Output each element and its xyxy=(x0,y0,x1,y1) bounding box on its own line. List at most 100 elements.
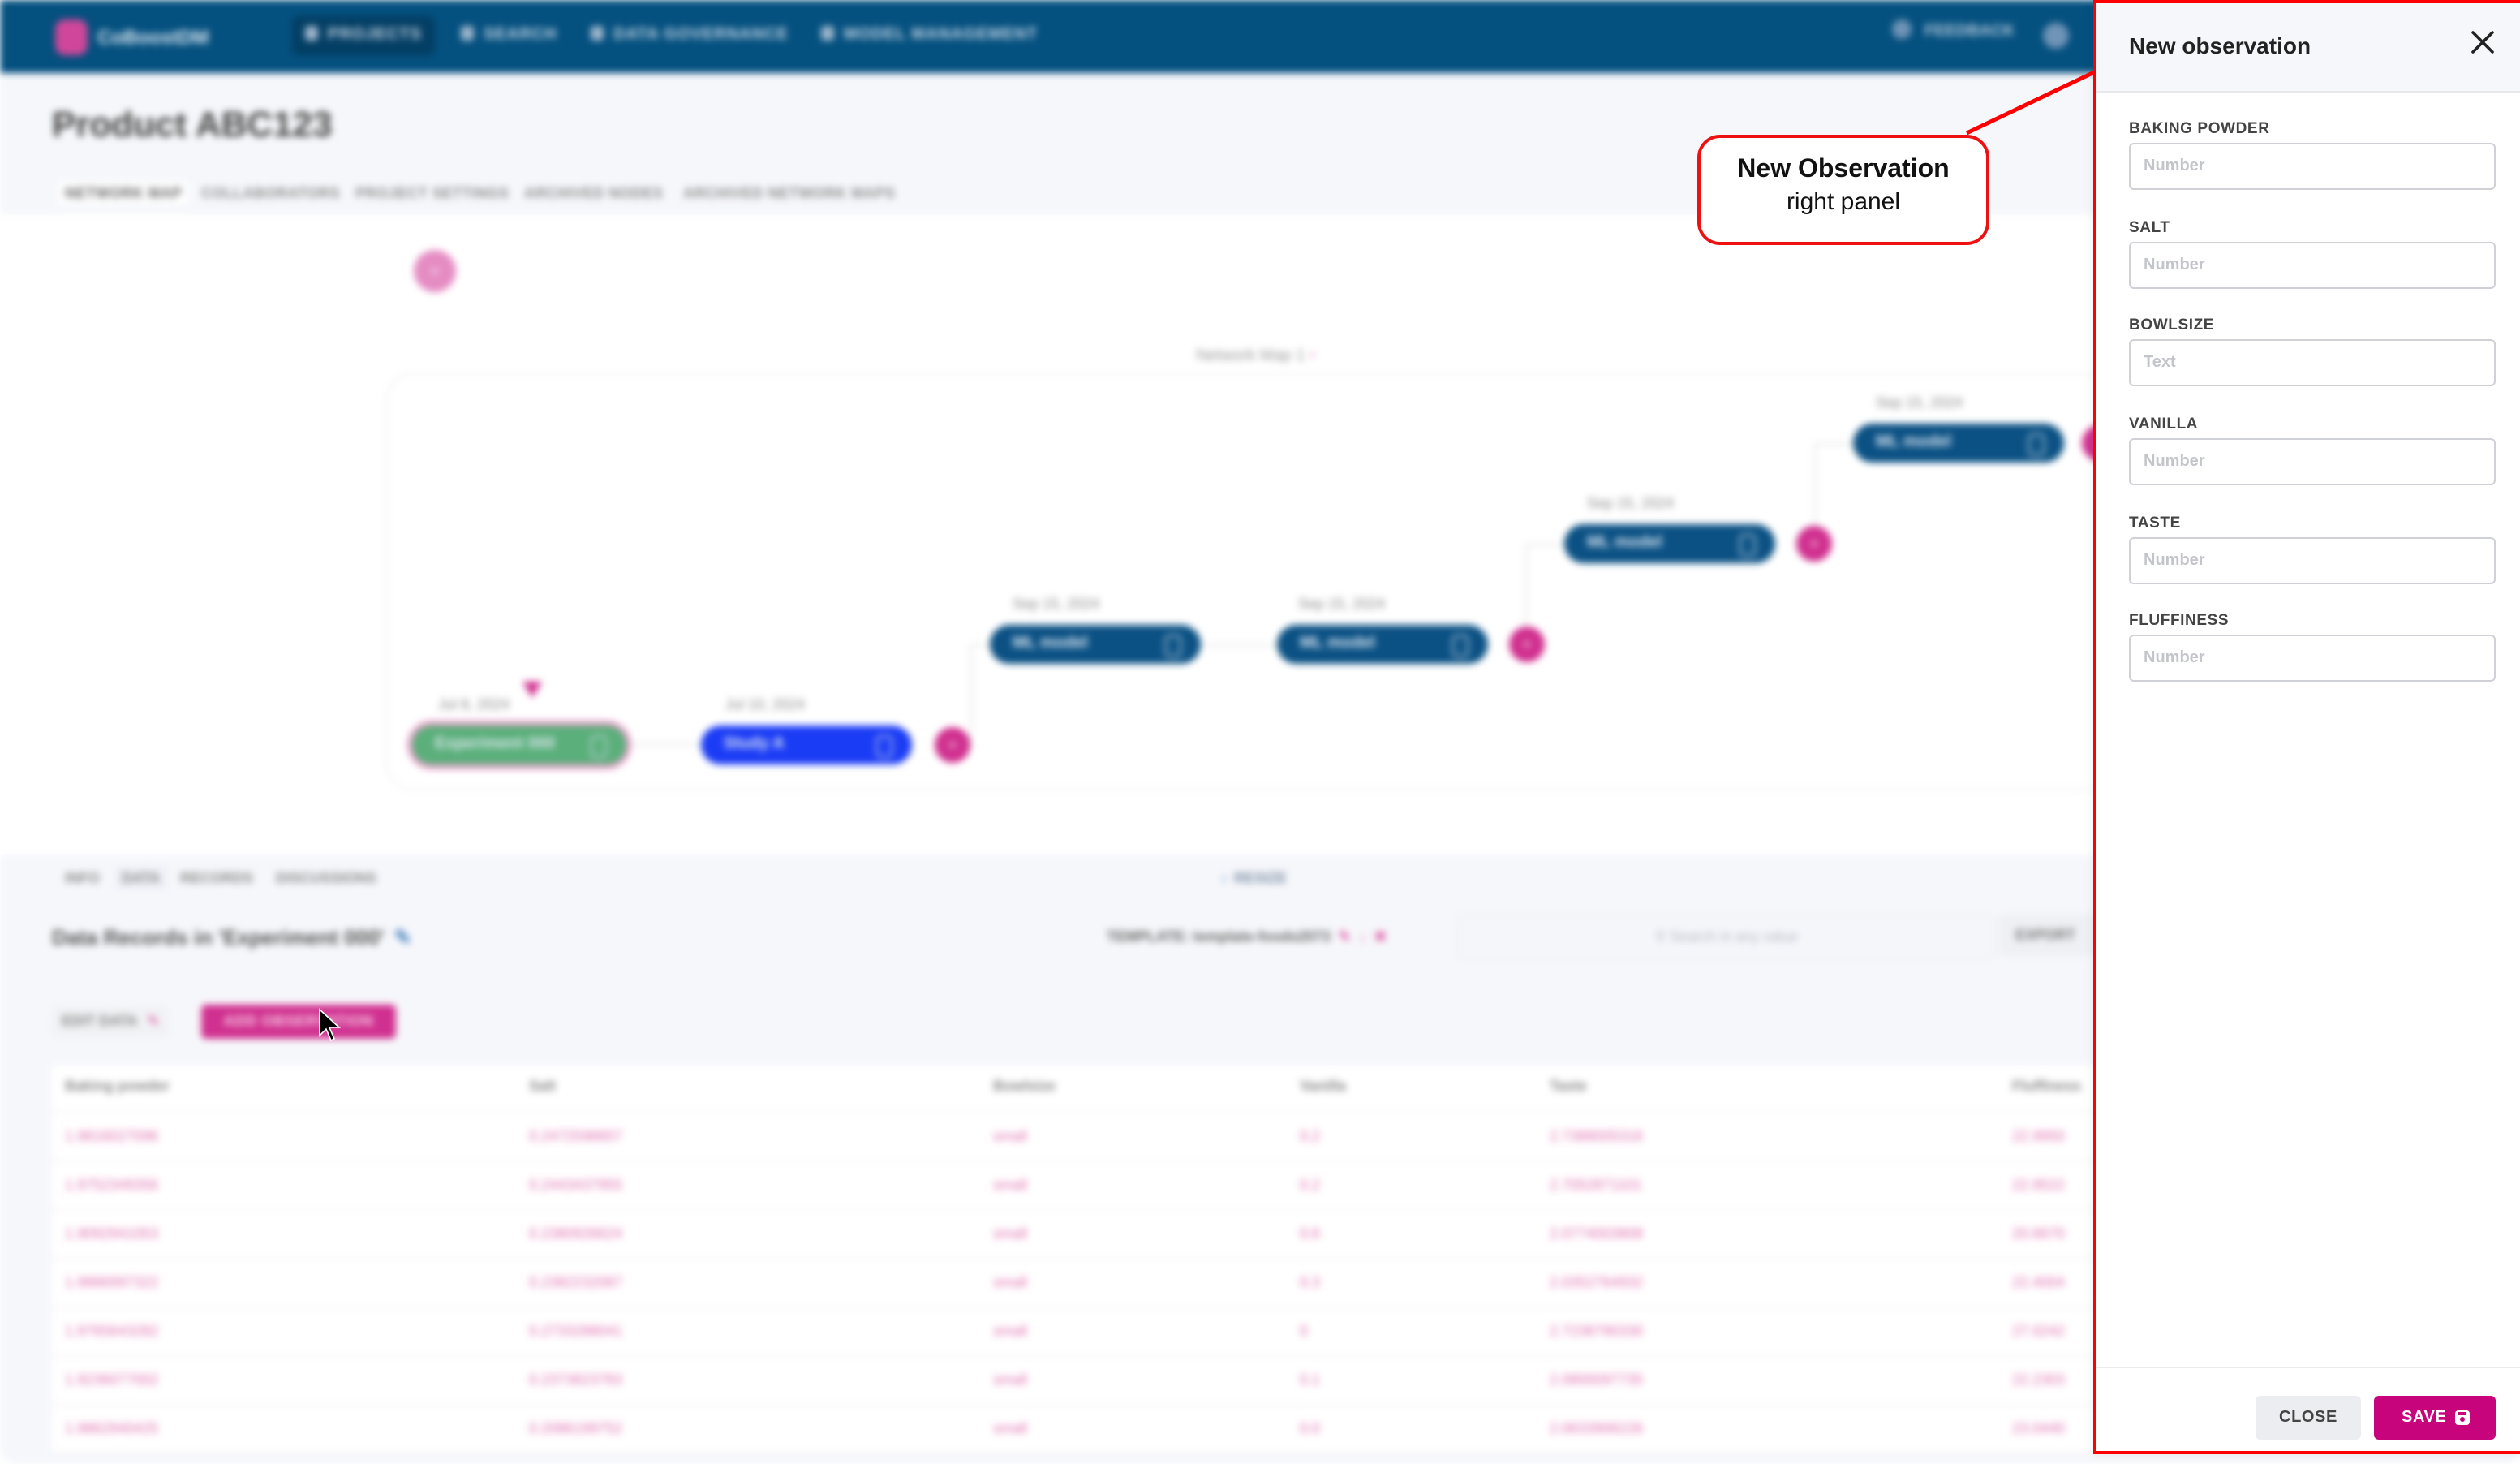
table-row[interactable]: 1.9886997322 0.2382232087 small 0.3 2.035276… xyxy=(52,1259,2161,1308)
count-icon xyxy=(591,735,607,758)
edit-template-icon[interactable]: ✎ xyxy=(1339,928,1351,945)
nav-search[interactable]: SEARCH xyxy=(448,16,570,55)
floppy-disk-icon xyxy=(2455,1410,2470,1425)
delete-icon[interactable]: ✖ xyxy=(1374,928,1387,945)
bowlsize-input[interactable] xyxy=(2129,339,2496,386)
plus-icon: + xyxy=(430,263,440,279)
feedback-label: FEEDBACK xyxy=(1924,23,2015,41)
table-cell: 0.2472598857 xyxy=(529,1128,623,1144)
table-cell: 2.0633906226 xyxy=(1550,1420,1644,1436)
table-header: Baking powder Salt Bowlsize Vanilla Tast… xyxy=(52,1065,2161,1113)
edge xyxy=(1525,544,1564,545)
tab-discussions[interactable]: DISCUSSIONS xyxy=(269,867,383,889)
count-icon xyxy=(876,735,892,758)
table-cell: 22.9522 xyxy=(2012,1177,2066,1193)
table-cell: 1.9752349356 xyxy=(65,1177,159,1193)
tab-project-settings[interactable]: PROJECT SETTINGS xyxy=(349,182,516,205)
annotation-callout: New Observation right panel xyxy=(1697,135,1989,245)
network-node[interactable]: ML model xyxy=(1564,524,1775,563)
add-network-map-button[interactable]: + xyxy=(414,250,456,292)
column-header[interactable]: Baking powder xyxy=(65,1078,170,1094)
table-cell: 2.7388005316 xyxy=(1550,1128,1644,1144)
plus-icon: + xyxy=(1809,536,1819,552)
column-header[interactable]: Salt xyxy=(529,1078,556,1094)
callout-subtitle: right panel xyxy=(1786,188,1901,216)
table-cell: 1.9092941053 xyxy=(65,1225,159,1242)
tab-collaborators[interactable]: COLLABORATORS xyxy=(195,182,346,205)
network-node[interactable]: ML model xyxy=(990,625,1201,664)
network-node[interactable]: Experiment 000 xyxy=(412,726,626,764)
node-date: Sep 15, 2024 xyxy=(1876,394,1963,411)
network-node[interactable]: Study A xyxy=(701,726,912,764)
node-label: ML model xyxy=(1876,433,1951,451)
edge xyxy=(970,644,990,646)
database-icon xyxy=(591,26,604,41)
panel-title: New observation xyxy=(2129,32,2311,58)
node-label: Study A xyxy=(724,735,785,753)
tab-network-map[interactable]: NETWORK MAP xyxy=(58,182,189,205)
table-row[interactable]: 1.9752349356 0.2443437955 small 0.2 2.705287… xyxy=(52,1162,2161,1211)
table-cell: 22.4004 xyxy=(2012,1274,2066,1290)
network-node[interactable]: ML model xyxy=(1853,424,2064,463)
table-row[interactable]: 1.9862940425 0.2086199752 small 0.0 2.063390… xyxy=(52,1406,2161,1454)
column-header[interactable]: Taste xyxy=(1550,1078,1587,1094)
baking-powder-label: BAKING POWDER xyxy=(2129,120,2270,138)
search-icon xyxy=(461,26,474,41)
edit-pencil-icon[interactable]: ✎ xyxy=(394,925,412,949)
add-node-button[interactable]: + xyxy=(1509,627,1545,662)
vanilla-input[interactable] xyxy=(2129,438,2496,485)
table-cell: 1.9765643282 xyxy=(65,1323,159,1339)
table-row[interactable]: 1.9236077002 0.2373823783 small 0.1 2.080009… xyxy=(52,1357,2161,1406)
taste-input[interactable] xyxy=(2129,537,2496,584)
count-icon xyxy=(1165,635,1181,657)
fluffiness-input[interactable] xyxy=(2129,635,2496,682)
table-row[interactable]: 1.9816027096 0.2472598857 small 0.2 2.738800… xyxy=(52,1113,2161,1162)
search-input[interactable]: ⚲ Search in any value xyxy=(1457,914,1996,959)
feedback-button[interactable]: FEEDBACK xyxy=(1892,19,2015,41)
brand-name: CoBoostDM xyxy=(97,26,209,49)
data-records-title: Data Records in 'Experiment 000' ✎ xyxy=(52,925,412,951)
edit-data-button[interactable]: EDIT DATA ✎ xyxy=(52,1006,170,1037)
table-cell: 2.7052871101 xyxy=(1550,1177,1642,1193)
node-date: Sep 15, 2024 xyxy=(1587,495,1675,511)
tab-archived-network-maps[interactable]: ARCHIVED NETWORK MAPS xyxy=(677,182,902,205)
help-icon[interactable] xyxy=(2043,23,2069,49)
table-cell: 2.0352764932 xyxy=(1550,1274,1644,1290)
column-header[interactable]: Vanilla xyxy=(1300,1078,1346,1094)
table-row[interactable]: 1.9092941053 0.2380926624 small 0.6 2.077400… xyxy=(52,1211,2161,1259)
column-header[interactable]: Bowlsize xyxy=(993,1078,1056,1094)
network-node[interactable]: ML model xyxy=(1277,625,1488,664)
save-button[interactable]: SAVE xyxy=(2374,1396,2496,1440)
vanilla-label: VANILLA xyxy=(2129,416,2199,433)
nav-model-management[interactable]: MODEL MANAGEMENT xyxy=(808,16,1051,55)
edit-icon[interactable]: • xyxy=(1309,347,1315,365)
table-cell: small xyxy=(993,1420,1028,1436)
table-cell: 23.0440 xyxy=(2012,1420,2066,1436)
tab-archived-nodes[interactable]: ARCHIVED NODES xyxy=(518,182,669,205)
table-cell: small xyxy=(993,1274,1028,1290)
callout-title: New Observation xyxy=(1737,156,1950,183)
tab-data[interactable]: DATA xyxy=(115,867,167,889)
node-label: ML model xyxy=(1587,534,1662,552)
download-icon[interactable]: ↓ xyxy=(1359,928,1366,945)
tab-records[interactable]: RECORDS xyxy=(174,867,260,889)
tab-info[interactable]: INFO xyxy=(58,867,106,889)
nav-data-governance[interactable]: DATA GOVERNANCE xyxy=(578,16,802,55)
close-icon[interactable] xyxy=(2466,26,2499,58)
column-header[interactable]: Fluffiness xyxy=(2012,1078,2081,1094)
table-row[interactable]: 1.9765643282 0.2733288041 small 0 2.72387903… xyxy=(52,1308,2161,1357)
salt-input[interactable] xyxy=(2129,242,2496,289)
add-node-button[interactable]: + xyxy=(1796,526,1832,562)
nav-projects[interactable]: PROJECTS xyxy=(292,16,435,55)
node-label: ML model xyxy=(1013,635,1088,652)
table-cell: 0.1 xyxy=(1300,1371,1321,1388)
table-cell: 1.9886997322 xyxy=(65,1274,159,1290)
table-cell: 27.0242 xyxy=(2012,1323,2066,1339)
add-node-button[interactable]: + xyxy=(935,727,970,763)
baking-powder-input[interactable] xyxy=(2129,143,2496,190)
table-cell: 0.2 xyxy=(1300,1177,1321,1193)
table-cell: 20.6670 xyxy=(2012,1225,2066,1242)
add-observation-button[interactable]: ADD OBSERVATION xyxy=(201,1005,396,1039)
close-button[interactable]: CLOSE xyxy=(2256,1396,2361,1440)
resize-handle[interactable]: ↕ RESIZE xyxy=(1220,870,1287,886)
